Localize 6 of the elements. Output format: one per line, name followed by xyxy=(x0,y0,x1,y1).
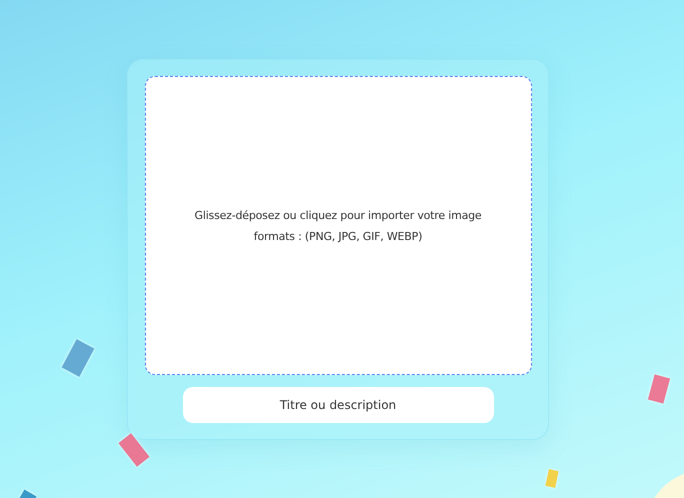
confetti-piece xyxy=(545,469,559,488)
formats-text: formats : (PNG, JPG, GIF, WEBP) xyxy=(254,230,422,242)
input-field[interactable]: Titre ou description xyxy=(182,387,494,423)
drop-instruction: Glissez-déposez ou cliquez pour importer votre image xyxy=(194,208,482,222)
confetti-piece xyxy=(648,374,670,404)
drop-zone[interactable]: Glissez-déposez ou cliquez pour importer votre image formats : (PNG, JPG, GIF, WEBP) xyxy=(144,76,532,375)
